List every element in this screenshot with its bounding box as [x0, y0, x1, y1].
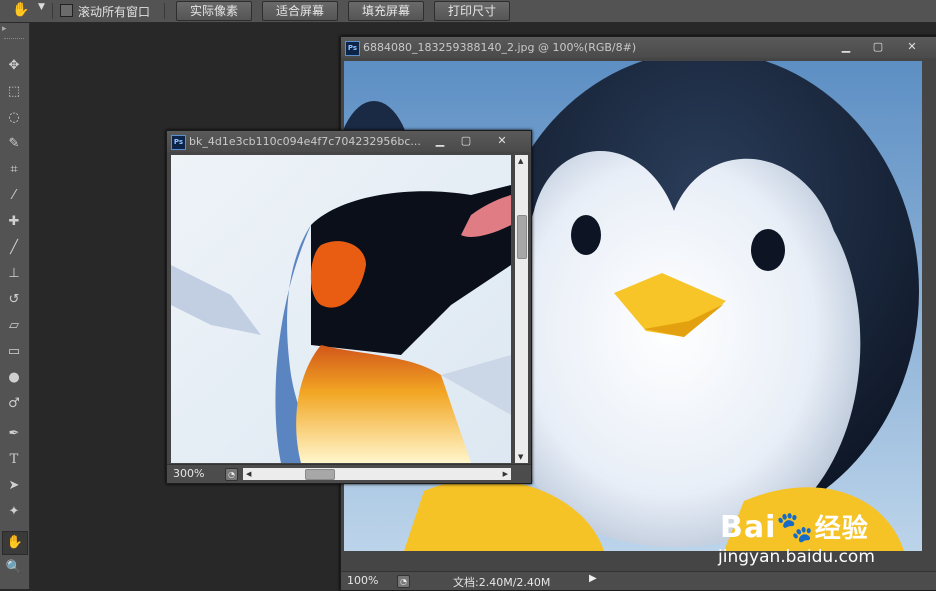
- small-canvas[interactable]: [171, 155, 511, 463]
- status-menu-icon[interactable]: ◔: [397, 575, 410, 588]
- small-horizontal-scrollbar[interactable]: ◀ ▶: [243, 468, 511, 480]
- move-tool-icon[interactable]: ✥: [2, 55, 26, 77]
- small-status-bar: 300% ◔ ◀ ▶: [167, 464, 531, 483]
- scroll-right-icon[interactable]: ▶: [503, 470, 508, 478]
- divider: [164, 3, 165, 19]
- blur-tool-icon[interactable]: ●: [2, 367, 26, 389]
- eraser-tool-icon[interactable]: ▱: [2, 315, 26, 337]
- main-zoom-level[interactable]: 100%: [347, 574, 378, 587]
- main-window-titlebar[interactable]: Ps 6884080_183259388140_2.jpg @ 100%(RGB…: [341, 37, 936, 58]
- baidu-brand-text: Bai: [720, 510, 777, 545]
- small-zoom-level[interactable]: 300%: [173, 467, 204, 480]
- shape-tool-icon[interactable]: ✦: [2, 501, 26, 523]
- crop-tool-icon[interactable]: ⌗: [2, 159, 26, 181]
- brush-tool-icon[interactable]: ╱: [2, 237, 26, 259]
- horizontal-scroll-thumb[interactable]: [305, 469, 335, 480]
- minimize-icon[interactable]: ▁: [429, 133, 451, 148]
- small-window-titlebar[interactable]: Ps bk_4d1e3cb110c094e4f7c704232956bc... …: [167, 131, 531, 152]
- maximize-icon[interactable]: ▢: [865, 39, 891, 54]
- gradient-tool-icon[interactable]: ▭: [2, 341, 26, 363]
- scroll-all-windows-label: 滚动所有窗口: [78, 5, 151, 19]
- lasso-tool-icon[interactable]: ◌: [2, 107, 26, 129]
- ps-icon: Ps: [171, 135, 186, 150]
- panel-grip[interactable]: [4, 38, 24, 41]
- eyedropper-tool-icon[interactable]: ⁄: [2, 185, 26, 207]
- divider: [52, 3, 53, 19]
- minimize-icon[interactable]: ▁: [833, 39, 859, 54]
- scroll-down-icon[interactable]: ▼: [518, 453, 523, 461]
- vertical-scroll-thumb[interactable]: [517, 215, 527, 259]
- hand-tool-icon[interactable]: ✋: [2, 531, 28, 555]
- baidu-jingyan-text: 经验: [814, 514, 869, 544]
- marquee-tool-icon[interactable]: ⬚: [2, 81, 26, 103]
- hand-tool-icon[interactable]: ✋: [12, 2, 29, 18]
- zoom-tool-icon[interactable]: 🔍: [2, 557, 26, 579]
- close-icon[interactable]: ✕: [899, 39, 925, 54]
- main-status-bar: 100% ◔ 文档:2.40M/2.40M ▶: [341, 571, 936, 590]
- path-selection-tool-icon[interactable]: ➤: [2, 475, 26, 497]
- main-window-title: 6884080_183259388140_2.jpg @ 100%(RGB/8#…: [363, 41, 637, 54]
- baidu-watermark-url: jingyan.baidu.com: [718, 547, 875, 567]
- actual-pixels-button[interactable]: 实际像素: [176, 1, 252, 21]
- healing-brush-tool-icon[interactable]: ✚: [2, 211, 26, 233]
- quick-selection-tool-icon[interactable]: ✎: [2, 133, 26, 155]
- status-menu-icon[interactable]: ◔: [225, 468, 238, 481]
- clone-stamp-tool-icon[interactable]: ⊥: [2, 263, 26, 285]
- paw-icon: 🐾: [776, 510, 815, 545]
- tools-panel: ▸ ✥ ⬚ ◌ ✎ ⌗ ⁄ ✚ ╱ ⊥ ↺ ▱ ▭ ● ♂ ✒ T ➤ ✦ ✋ …: [0, 23, 30, 589]
- pen-tool-icon[interactable]: ✒: [2, 423, 26, 445]
- small-vertical-scrollbar[interactable]: ▲ ▼: [515, 155, 528, 463]
- ps-icon: Ps: [345, 41, 360, 56]
- options-bar: ✋ ▼ 滚动所有窗口 实际像素 适合屏幕 填充屏幕 打印尺寸: [0, 0, 936, 23]
- small-document-window[interactable]: Ps bk_4d1e3cb110c094e4f7c704232956bc... …: [166, 130, 532, 484]
- history-brush-tool-icon[interactable]: ↺: [2, 289, 26, 311]
- scroll-up-icon[interactable]: ▲: [518, 157, 523, 165]
- dodge-tool-icon[interactable]: ♂: [2, 393, 26, 415]
- scroll-left-icon[interactable]: ◀: [246, 470, 251, 478]
- fill-screen-button[interactable]: 填充屏幕: [348, 1, 424, 21]
- print-size-button[interactable]: 打印尺寸: [434, 1, 510, 21]
- panel-collapse-icon[interactable]: ▸: [0, 23, 29, 35]
- fit-screen-button[interactable]: 适合屏幕: [262, 1, 338, 21]
- baidu-watermark-logo: Bai🐾经验: [720, 508, 869, 545]
- scroll-all-windows-checkbox[interactable]: [60, 4, 73, 17]
- status-expand-arrow-icon[interactable]: ▶: [589, 573, 597, 584]
- type-tool-icon[interactable]: T: [2, 449, 26, 471]
- small-window-title: bk_4d1e3cb110c094e4f7c704232956bc...: [189, 135, 421, 148]
- tool-preset-dropdown-icon[interactable]: ▼: [38, 2, 45, 12]
- maximize-icon[interactable]: ▢: [455, 133, 477, 148]
- king-penguin-image: [171, 155, 511, 463]
- close-icon[interactable]: ✕: [491, 133, 513, 148]
- document-size-info: 文档:2.40M/2.40M: [453, 576, 551, 589]
